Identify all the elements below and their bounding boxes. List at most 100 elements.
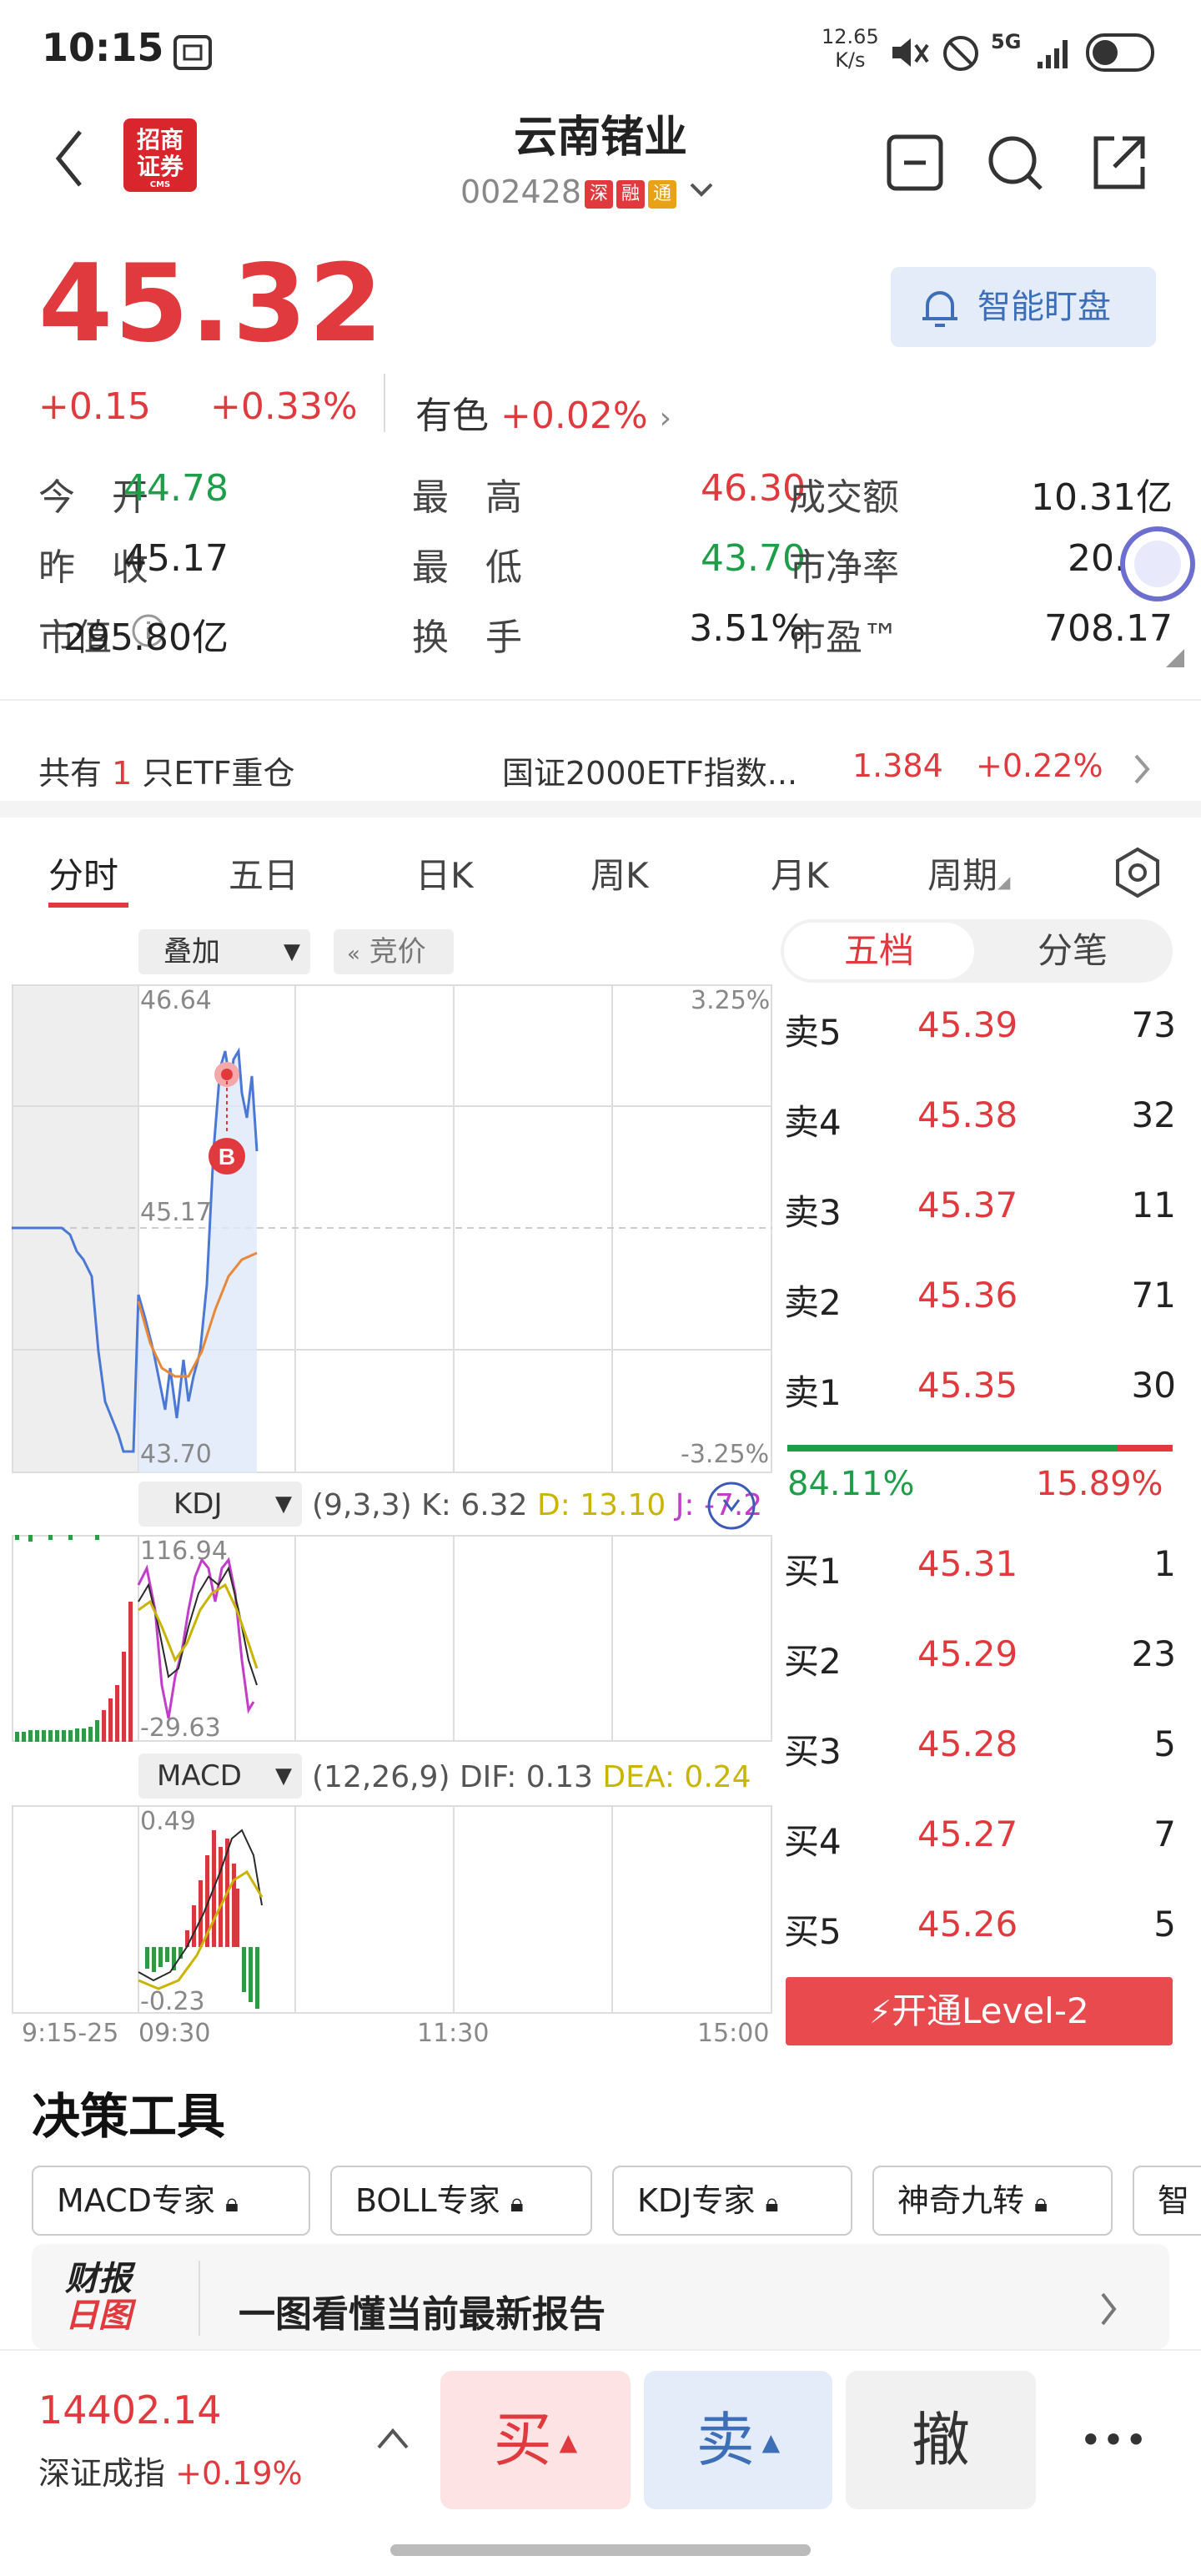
ask-row[interactable]: 卖5 45.39 73	[784, 994, 1176, 1061]
mute-icon	[892, 38, 929, 67]
time-label: 09:30	[138, 2019, 211, 2048]
buy-button[interactable]: 买 ▲	[440, 2371, 631, 2509]
current-price: 45.32	[38, 242, 384, 366]
battery-icon	[1086, 33, 1154, 72]
lock-icon: 🔒︎	[510, 2189, 524, 2218]
chip-boll-expert[interactable]: BOLL专家 🔒︎	[330, 2166, 592, 2236]
chip-kdj-expert[interactable]: KDJ专家 🔒︎	[612, 2166, 852, 2236]
time-label: 9:15-25	[22, 2019, 119, 2048]
ask-row[interactable]: 卖1 45.35 30	[784, 1355, 1176, 1421]
kdj-settings-icon[interactable]	[706, 1480, 757, 1532]
index-info: 深证成指 +0.19%	[38, 2455, 303, 2492]
sell-ratio-bar	[1118, 1445, 1173, 1452]
time-label: 11:30	[417, 2019, 490, 2048]
chevron-right-icon	[1101, 2292, 1117, 2326]
status-bar: 10:15 12.65 K/s 5G	[0, 0, 1201, 100]
tab-weekly-k[interactable]: 周K	[590, 848, 649, 898]
divider	[198, 2261, 200, 2336]
more-menu-button[interactable]: •••	[1059, 2371, 1168, 2509]
kdj-chart[interactable]	[12, 1535, 772, 1742]
tag-shen: 深	[585, 180, 614, 209]
bottom-trade-bar: 14402.14 深证成指 +0.19% 买 ▲ 卖 ▲ 撤 •••	[0, 2349, 1201, 2541]
ask-row[interactable]: 卖4 45.38 32	[784, 1084, 1176, 1151]
share-icon[interactable]	[1089, 133, 1148, 192]
tab-five-levels[interactable]: 五档	[784, 923, 974, 979]
level2-button[interactable]: ⚡开通Level-2	[786, 1977, 1173, 2045]
stats-row: 市值 295.80亿 换 手 3.51% 市盈™ 708.17	[38, 607, 1173, 659]
minus-box-icon[interactable]	[886, 133, 944, 192]
dnd-icon	[943, 36, 978, 71]
stock-header: 招商证券 CMS 云南锗业 002428 深融通	[0, 100, 1201, 225]
chip-more[interactable]: 智	[1133, 2166, 1201, 2236]
section-gap	[0, 801, 1201, 818]
bid-row[interactable]: 买4 45.27 7	[784, 1804, 1176, 1870]
buy-ratio-bar	[787, 1445, 1118, 1452]
intraday-chart[interactable]: B	[12, 984, 772, 1473]
tag-tong: 通	[648, 180, 677, 209]
ask-row[interactable]: 卖2 45.36 71	[784, 1265, 1176, 1331]
bell-icon	[922, 291, 957, 327]
kdj-high-label: 116.94	[140, 1537, 228, 1566]
report-logo: 财报 日图	[65, 2260, 132, 2335]
chevron-up-icon[interactable]	[374, 2424, 412, 2453]
chevron-right-icon	[1134, 754, 1150, 784]
divider	[384, 374, 385, 432]
tab-intraday[interactable]: 分时	[48, 848, 118, 898]
price-change: +0.15	[38, 385, 151, 428]
etf-price: 1.384	[852, 747, 943, 784]
sector-link[interactable]: 有色 +0.02% ›	[415, 385, 671, 439]
cancel-order-button[interactable]: 撤	[846, 2371, 1036, 2509]
bid-row[interactable]: 买1 45.31 1	[784, 1533, 1176, 1600]
tab-5day[interactable]: 五日	[229, 848, 299, 898]
time-label: 15:00	[697, 2019, 770, 2048]
macd-low-label: -0.23	[140, 1987, 205, 2016]
macd-values: (12,26,9) DIF: 0.13 DEA: 0.24	[312, 1760, 751, 1794]
status-time: 10:15	[42, 25, 164, 70]
settings-hex-icon[interactable]	[1113, 846, 1163, 899]
stock-code-selector[interactable]: 002428 深融通	[460, 174, 716, 210]
bid-row[interactable]: 买2 45.29 23	[784, 1623, 1176, 1690]
bid-row[interactable]: 买3 45.28 5	[784, 1713, 1176, 1780]
divider	[0, 699, 1201, 701]
report-text: 一图看懂当前最新报告	[239, 2293, 606, 2336]
lock-icon: 🔒︎	[1034, 2189, 1048, 2218]
corner-triangle-icon	[1166, 649, 1184, 667]
overlay-dropdown[interactable]: 叠加 ▼	[138, 929, 310, 974]
chip-magic-nine[interactable]: 神奇九转 🔒︎	[872, 2166, 1113, 2236]
lock-icon: 🔒︎	[225, 2189, 239, 2218]
tag-rong: 融	[616, 180, 646, 209]
buy-ratio: 84.11%	[787, 1465, 915, 1503]
tab-ticks[interactable]: 分笔	[977, 923, 1168, 979]
signal-icon	[1038, 40, 1068, 68]
report-card[interactable]: 财报 日图 一图看懂当前最新报告	[32, 2244, 1169, 2349]
chart-mid-label: 45.17	[140, 1198, 212, 1227]
chip-macd-expert[interactable]: MACD专家 🔒︎	[32, 2166, 310, 2236]
screenshot-icon	[173, 35, 212, 70]
macd-dropdown[interactable]: MACD ▼	[138, 1753, 302, 1799]
chart-pct-low: -3.25%	[681, 1440, 770, 1469]
kdj-values: (9,3,3) K: 6.32 D: 13.10 J: -7.2	[312, 1488, 763, 1522]
macd-high-label: 0.49	[140, 1807, 196, 1836]
ask-row[interactable]: 卖3 45.37 11	[784, 1175, 1176, 1241]
smart-watch-button[interactable]: 智能盯盘	[891, 267, 1156, 347]
auction-toggle[interactable]: « 竞价	[334, 929, 454, 974]
orderbook-tabs: 五档 分笔	[781, 919, 1173, 983]
lock-icon: 🔒︎	[765, 2189, 779, 2218]
sell-ratio: 15.89%	[1036, 1465, 1163, 1503]
floating-assistant-icon[interactable]	[1118, 524, 1198, 604]
tab-period[interactable]: 周期◢	[927, 848, 1010, 898]
stats-row: 昨 收 45.17 最 低 43.70 市净率 20.34	[38, 537, 1173, 589]
chart-pct-high: 3.25%	[691, 986, 771, 1015]
search-icon[interactable]	[986, 133, 1044, 192]
sell-button[interactable]: 卖 ▲	[644, 2371, 832, 2509]
etf-row[interactable]: 共有 1 只ETF重仓 国证2000ETF指数... 1.384 +0.22%	[0, 717, 1201, 792]
kdj-dropdown[interactable]: KDJ ▼	[138, 1482, 302, 1527]
price-change-pct: +0.33%	[210, 385, 358, 428]
home-indicator[interactable]	[390, 2544, 811, 2556]
macd-chart[interactable]	[12, 1805, 772, 2014]
etf-pct: +0.22%	[976, 747, 1103, 784]
tab-monthly-k[interactable]: 月K	[771, 848, 829, 898]
chevron-down-icon	[690, 183, 713, 197]
tab-daily-k[interactable]: 日K	[415, 848, 474, 898]
bid-row[interactable]: 买5 45.26 5	[784, 1894, 1176, 1960]
